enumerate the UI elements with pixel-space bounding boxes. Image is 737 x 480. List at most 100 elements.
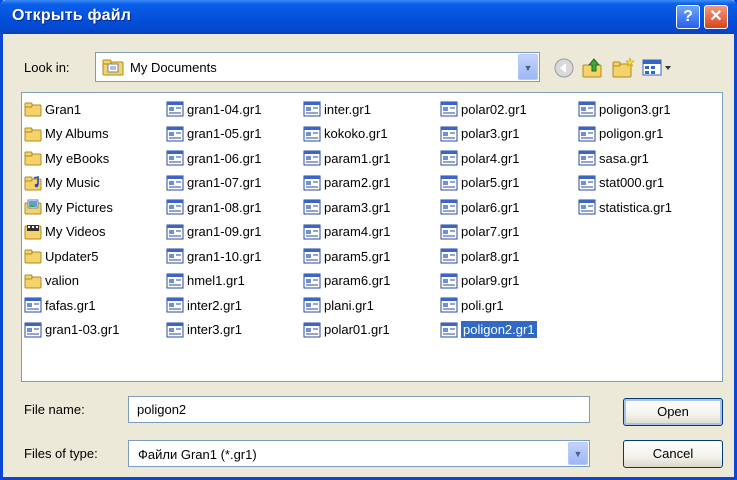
gr1-file-icon [440,150,458,166]
chevron-down-icon[interactable]: ▼ [568,442,588,465]
file-item[interactable]: inter.gr1 [303,99,374,119]
file-item[interactable]: gran1-07.gr1 [166,173,264,193]
file-item[interactable]: gran1-04.gr1 [166,99,264,119]
file-item[interactable]: param2.gr1 [303,173,393,193]
open-button[interactable]: Open [623,398,723,426]
chevron-down-icon[interactable]: ▼ [518,54,538,80]
file-item[interactable]: param3.gr1 [303,197,393,217]
file-name-text: polar4.gr1 [461,150,520,166]
file-name-label: File name: [24,402,85,417]
gr1-file-icon [440,101,458,117]
file-item[interactable]: polar9.gr1 [440,271,523,291]
file-name-text: kokoko.gr1 [324,126,388,141]
file-item[interactable]: plani.gr1 [303,295,377,315]
music-folder-icon [24,175,42,191]
folder-item[interactable]: valion [24,271,82,291]
file-item[interactable]: polar01.gr1 [303,320,393,340]
folder-item[interactable]: My Albums [24,124,112,144]
file-item[interactable]: fafas.gr1 [24,295,99,315]
cancel-button[interactable]: Cancel [623,440,723,468]
file-name-text: polar6.gr1 [461,199,520,215]
folder-item[interactable]: My Music [24,173,103,193]
gr1-file-icon [578,126,596,142]
file-name-text: polar9.gr1 [461,273,520,288]
look-in-dropdown[interactable]: My Documents ▼ [95,52,540,82]
file-item[interactable]: polar4.gr1 [440,148,523,168]
folder-item[interactable]: My Videos [24,222,108,242]
file-name-text: My eBooks [45,150,110,166]
file-item[interactable]: sasa.gr1 [578,148,652,168]
file-item[interactable]: hmel1.gr1 [166,271,248,291]
gr1-file-icon [166,248,184,264]
gr1-file-icon [166,199,184,215]
file-item[interactable]: polar3.gr1 [440,124,523,144]
file-list[interactable]: Gran1 My Albums My eBooks My Music My Pictur… [21,92,723,382]
file-item[interactable]: polar8.gr1 [440,246,523,266]
file-item[interactable]: polar02.gr1 [440,99,530,119]
file-item[interactable]: gran1-05.gr1 [166,124,264,144]
title-bar[interactable]: Открыть файл ? ✕ [0,0,737,34]
file-name-text: poligon3.gr1 [599,101,671,117]
gr1-file-icon [303,175,321,191]
file-item[interactable]: stat000.gr1 [578,173,667,193]
file-name-text: fafas.gr1 [45,297,96,313]
file-item[interactable]: statistica.gr1 [578,197,675,217]
file-name-text: inter.gr1 [324,101,371,117]
file-name-text: Gran1 [45,101,82,117]
file-name-text: plani.gr1 [324,297,374,313]
file-name-text: param2.gr1 [324,175,391,190]
folder-icon [24,248,42,264]
gr1-file-icon [303,199,321,215]
file-item[interactable]: inter2.gr1 [166,295,245,315]
file-item[interactable]: gran1-10.gr1 [166,246,264,266]
file-item[interactable]: poli.gr1 [440,295,507,315]
new-folder-icon[interactable] [611,56,635,80]
folder-item[interactable]: My Pictures [24,197,116,217]
file-name-text: My Pictures [45,199,113,215]
file-name-input[interactable] [128,396,590,423]
file-item[interactable]: poligon3.gr1 [578,99,674,119]
file-item[interactable]: param1.gr1 [303,148,393,168]
file-item[interactable]: gran1-08.gr1 [166,197,264,217]
back-icon[interactable] [552,56,576,80]
file-item[interactable]: gran1-03.gr1 [24,320,122,340]
file-item[interactable]: poligon2.gr1 [440,320,540,340]
file-name-text: param1.gr1 [324,150,391,166]
file-name-text: My Music [45,175,100,190]
gr1-file-icon [166,322,184,338]
file-name-text: gran1-04.gr1 [187,101,262,117]
file-item[interactable]: polar6.gr1 [440,197,523,217]
close-button[interactable]: ✕ [704,5,728,29]
file-name-text: param4.gr1 [324,224,391,239]
gr1-file-icon [440,199,458,215]
help-button[interactable]: ? [676,5,700,29]
gr1-file-icon [440,273,458,289]
gr1-file-icon [24,322,42,338]
folder-icon [24,126,42,142]
file-name-text: statistica.gr1 [599,199,672,215]
gr1-file-icon [440,126,458,142]
folder-item[interactable]: Gran1 [24,99,84,119]
folder-item[interactable]: My eBooks [24,148,112,168]
file-type-dropdown[interactable]: Файли Gran1 (*.gr1) ▼ [128,440,590,467]
up-folder-icon[interactable] [581,56,605,80]
file-item[interactable]: param5.gr1 [303,246,393,266]
file-item[interactable]: gran1-09.gr1 [166,222,264,242]
gr1-file-icon [578,101,596,117]
file-item[interactable]: inter3.gr1 [166,320,245,340]
file-item[interactable]: kokoko.gr1 [303,124,391,144]
views-menu-icon[interactable] [641,56,675,80]
file-item[interactable]: param6.gr1 [303,271,393,291]
folder-item[interactable]: Updater5 [24,246,101,266]
open-file-dialog: Открыть файл ? ✕ Look in: My Documents ▼ [0,0,737,480]
file-name-text: hmel1.gr1 [187,273,245,288]
gr1-file-icon [166,273,184,289]
file-item[interactable]: param4.gr1 [303,222,393,242]
file-name-text: My Albums [45,126,109,141]
file-item[interactable]: poligon.gr1 [578,124,666,144]
gr1-file-icon [166,101,184,117]
file-item[interactable]: polar5.gr1 [440,173,523,193]
file-item[interactable]: gran1-06.gr1 [166,148,264,168]
pictures-folder-icon [24,199,42,215]
file-item[interactable]: polar7.gr1 [440,222,523,242]
